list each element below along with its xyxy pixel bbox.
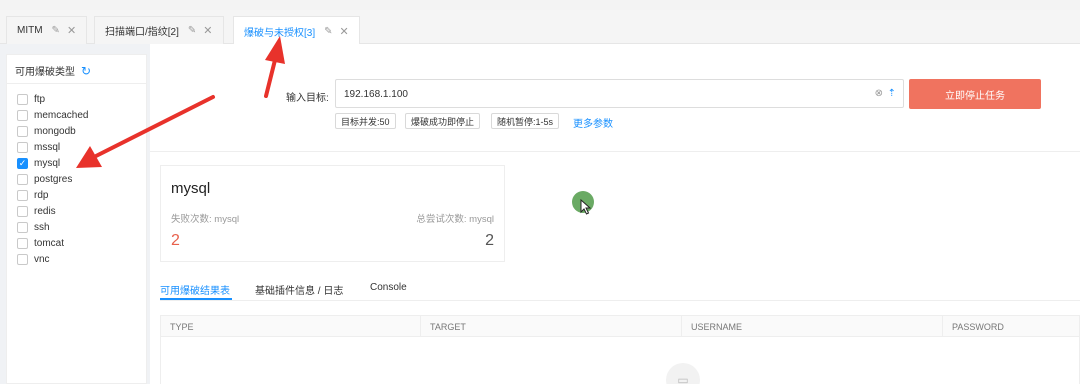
option-label: tomcat [34,237,65,249]
checkbox[interactable] [17,173,28,185]
clear-icon[interactable]: ⊗ [875,88,883,99]
tab-plugin-log[interactable]: 基础插件信息 / 日志 [255,282,343,297]
checkbox[interactable] [17,237,28,249]
target-input[interactable]: 192.168.1.100 ⊗ ⇡ [335,79,904,108]
total-attempts-label: 总尝试次数: mysql [416,214,494,225]
option-label: mssql [34,141,61,153]
main-panel: 输入目标: 192.168.1.100 ⊗ ⇡ 立即停止任务 目标并发:50 爆… [150,44,1080,384]
divider [150,151,1080,152]
option-vnc[interactable]: vnc [17,252,50,266]
tab-label: 爆破与未授权[3] [244,27,316,39]
more-params-link[interactable]: 更多参数 [573,115,613,130]
tab-bar: MITM ✎ ✕ 扫描端口/指纹[2] ✎ ✕ 爆破与未授权[3] ✎ ✕ [0,10,1080,45]
param-tag-random-pause[interactable]: 随机暂停:1-5s [491,113,560,129]
divider [7,83,147,84]
option-rdp[interactable]: rdp [17,188,48,202]
option-memcached[interactable]: memcached [17,108,88,122]
tab-mitm[interactable]: MITM ✎ ✕ [6,16,88,44]
tab-results[interactable]: 可用爆破结果表 [160,282,230,297]
tab-console[interactable]: Console [370,282,407,293]
pencil-icon[interactable]: ✎ [324,26,332,37]
upload-icon[interactable]: ⇡ [888,88,896,99]
results-table-body: ▭ [160,337,1080,384]
option-label: redis [34,205,56,217]
option-mysql[interactable]: ✓ mysql [17,156,60,170]
sidebar-title: 可用爆破类型 [15,67,75,78]
checkbox[interactable]: ✓ [17,157,28,169]
option-mssql[interactable]: mssql [17,140,60,154]
param-tag-stop-on-success[interactable]: 爆破成功即停止 [405,113,481,129]
refresh-icon[interactable]: ↻ [81,64,91,78]
checkbox[interactable] [17,93,28,105]
option-label: mysql [34,157,61,169]
close-icon[interactable]: ✕ [67,24,76,37]
option-label: ftp [34,93,46,105]
option-label: postgres [34,173,73,185]
card-title: mysql [171,180,211,197]
option-label: vnc [34,253,50,265]
target-label: 输入目标: [286,93,329,104]
checkbox[interactable] [17,221,28,233]
total-attempts-value: 2 [485,232,494,249]
option-tomcat[interactable]: tomcat [17,236,64,250]
pencil-icon[interactable]: ✎ [52,25,60,36]
param-tag-concurrency[interactable]: 目标并发:50 [335,113,396,129]
tab-label: MITM [17,25,43,36]
option-mongodb[interactable]: mongodb [17,124,76,138]
divider [160,300,1080,301]
option-ssh[interactable]: ssh [17,220,50,234]
column-header-target: TARGET [421,316,682,337]
option-ftp[interactable]: ftp [17,92,45,106]
option-redis[interactable]: redis [17,204,56,218]
checkbox[interactable] [17,109,28,121]
column-header-password: PASSWORD [952,321,1004,332]
checkbox[interactable] [17,253,28,265]
tab-brute-force[interactable]: 爆破与未授权[3] ✎ ✕ [233,16,360,45]
column-header-username: USERNAME [682,316,943,337]
checkbox[interactable] [17,141,28,153]
checkbox[interactable] [17,125,28,137]
option-label: rdp [34,189,49,201]
checkbox[interactable] [17,205,28,217]
tab-scan-ports[interactable]: 扫描端口/指纹[2] ✎ ✕ [94,16,224,44]
stop-task-button[interactable]: 立即停止任务 [909,79,1041,109]
close-icon[interactable]: ✕ [340,25,349,38]
close-icon[interactable]: ✕ [203,24,212,37]
option-label: memcached [34,109,89,121]
target-value: 192.168.1.100 [344,89,408,100]
option-postgres[interactable]: postgres [17,172,72,186]
results-table-header: TYPE TARGET USERNAME PASSWORD [160,315,1080,337]
fail-count-label: 失败次数: mysql [171,214,240,225]
window-top-strip [0,0,1080,10]
stats-card: mysql 失败次数: mysql 总尝试次数: mysql 2 2 [160,165,505,262]
checkbox[interactable] [17,189,28,201]
option-label: ssh [34,221,50,233]
option-label: mongodb [34,125,76,137]
brute-type-sidebar: 可用爆破类型 ↻ ftp memcached mongodb mssql ✓ mysql p… [6,54,147,384]
mouse-cursor-icon [580,199,592,215]
sidebar-header: 可用爆破类型 ↻ [15,63,91,79]
column-header-type: TYPE [161,316,421,337]
fail-count-value: 2 [171,232,180,249]
pencil-icon[interactable]: ✎ [188,25,196,36]
empty-data-icon: ▭ [666,363,700,384]
tab-label: 扫描端口/指纹[2] [105,27,179,38]
